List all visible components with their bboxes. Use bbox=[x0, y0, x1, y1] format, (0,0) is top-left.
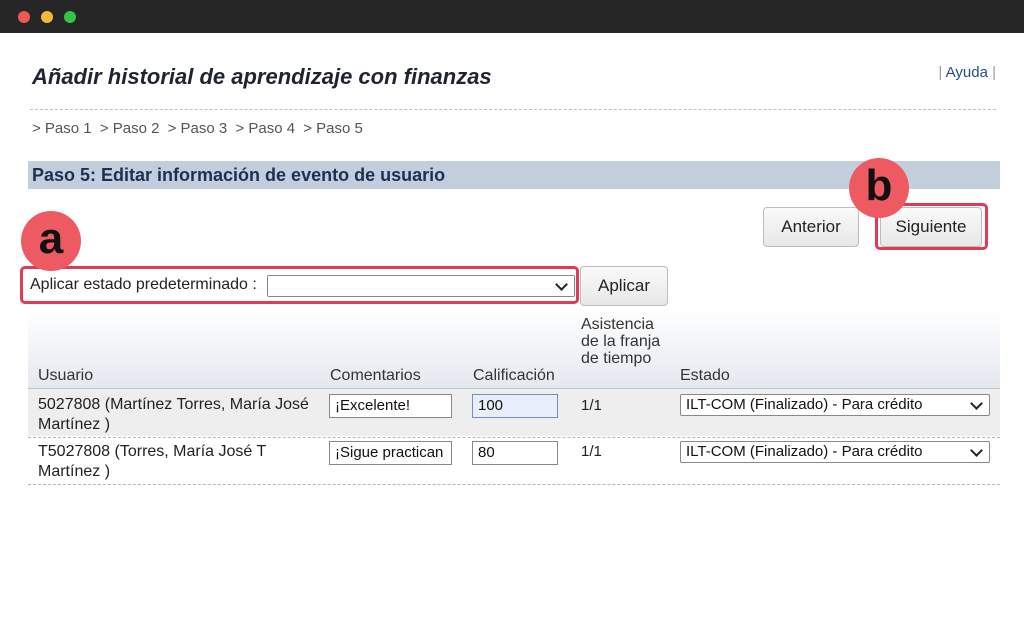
help-area: | Ayuda | bbox=[938, 64, 996, 81]
help-separator: | bbox=[992, 64, 996, 81]
breadcrumb: > Paso 1 > Paso 2 > Paso 3 > Paso 4 > Pa… bbox=[32, 120, 367, 137]
breadcrumb-step-3[interactable]: > Paso 3 bbox=[168, 120, 228, 137]
breadcrumb-step-5: > Paso 5 bbox=[303, 120, 363, 137]
comment-input[interactable]: ¡Sigue practican bbox=[329, 441, 452, 465]
state-select[interactable]: ILT-COM (Finalizado) - Para crédito bbox=[680, 394, 990, 416]
attendance-cell: 1/1 bbox=[581, 443, 602, 460]
user-cell: T5027808 (Torres, María José T Martínez … bbox=[38, 443, 266, 480]
maximize-window-icon[interactable] bbox=[64, 11, 76, 23]
state-select[interactable]: ILT-COM (Finalizado) - Para crédito bbox=[680, 441, 990, 463]
grade-input[interactable]: 80 bbox=[472, 441, 558, 465]
page-title: Añadir historial de aprendizaje con fina… bbox=[32, 64, 492, 89]
breadcrumb-step-2[interactable]: > Paso 2 bbox=[100, 120, 160, 137]
annotation-badge-b: b bbox=[849, 158, 909, 218]
column-header-comments: Comentarios bbox=[330, 367, 421, 384]
previous-button[interactable]: Anterior bbox=[763, 207, 859, 247]
column-header-user: Usuario bbox=[38, 367, 94, 384]
row-divider bbox=[28, 437, 1000, 438]
close-window-icon[interactable] bbox=[18, 11, 30, 23]
annotation-badge-a: a bbox=[21, 211, 81, 271]
grade-input[interactable]: 100 bbox=[472, 394, 558, 418]
minimize-window-icon[interactable] bbox=[41, 11, 53, 23]
chevron-down-icon bbox=[970, 397, 983, 410]
help-separator: | bbox=[938, 64, 943, 81]
column-header-state: Estado bbox=[680, 367, 730, 384]
divider bbox=[30, 109, 996, 110]
chevron-down-icon bbox=[970, 444, 983, 457]
window-titlebar bbox=[0, 0, 1024, 33]
breadcrumb-step-1[interactable]: > Paso 1 bbox=[32, 120, 92, 137]
breadcrumb-step-4[interactable]: > Paso 4 bbox=[235, 120, 295, 137]
user-cell: 5027808 (Martínez Torres, María José Mar… bbox=[38, 396, 309, 433]
help-link[interactable]: Ayuda bbox=[946, 64, 988, 81]
column-header-grade: Calificación bbox=[473, 367, 555, 384]
column-header-attendance: Asistencia de la franja de tiempo bbox=[581, 316, 661, 367]
comment-input[interactable]: ¡Excelente! bbox=[329, 394, 452, 418]
state-value: ILT-COM (Finalizado) - Para crédito bbox=[686, 443, 923, 460]
attendance-cell: 1/1 bbox=[581, 397, 602, 414]
state-value: ILT-COM (Finalizado) - Para crédito bbox=[686, 396, 923, 413]
apply-button[interactable]: Aplicar bbox=[580, 266, 668, 306]
highlight-default-state bbox=[20, 266, 579, 304]
row-divider bbox=[28, 484, 1000, 485]
